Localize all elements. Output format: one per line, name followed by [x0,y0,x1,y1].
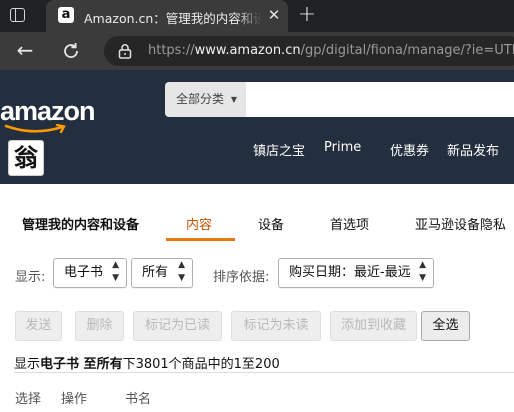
amazon-favicon-icon: a [58,7,74,23]
delete-button[interactable]: 删除 [75,311,124,341]
caret-down-icon: ▼ [230,95,237,104]
search-category-label: 全部分类 [176,92,225,106]
search-category-dropdown[interactable]: 全部分类 ▼ [165,82,246,117]
tab-preferences[interactable]: 首选项 [330,214,369,233]
sort-dropdown[interactable]: 购买日期：最近-最远 ▲ ▼ [278,258,434,288]
updown-arrow-icon: ▲ ▼ [112,260,119,283]
lock-icon[interactable] [118,43,132,59]
sort-label: 排序依据: [213,270,270,285]
tab-devices[interactable]: 设备 [258,214,284,233]
nav-link-new-releases[interactable]: 新品发布 [447,140,499,160]
column-header-title[interactable]: 书名 [125,388,151,407]
content-tabs: 管理我的内容和设备 内容 设备 首选项 亚马逊设备隐私 [0,205,514,243]
nav-link-coupons[interactable]: 优惠券 [390,140,429,160]
url-prefix: https:// [148,43,195,58]
refresh-icon[interactable] [60,40,82,62]
new-tab-button[interactable]: + [295,4,319,28]
tab-device-privacy[interactable]: 亚马逊设备隐私 [415,214,506,233]
nav-link-deals[interactable]: 镇店之宝 [253,140,305,160]
content-type-value: 电子书 [64,265,104,280]
add-to-collection-button[interactable]: 添加到收藏 [330,311,417,341]
address-bar-row: ← https://www.amazon.cn/gp/digital/fiona… [0,32,514,70]
updown-arrow-icon: ▲ ▼ [178,260,185,283]
url-text: https://www.amazon.cn/gp/digital/fiona/m… [148,43,514,60]
sort-value: 购买日期：最近-最远 [289,265,411,280]
mark-read-button[interactable]: 标记为已读 [133,311,222,341]
url-host: www.amazon.cn [194,43,301,58]
column-header-select: 选择 [15,392,42,407]
column-header-actions: 操作 [61,392,88,407]
content-type-dropdown[interactable]: 电子书 ▲ ▼ [53,258,127,288]
summary-middle: 至 [79,357,97,372]
send-button[interactable]: 发送 [15,311,62,341]
tab-actions-icon[interactable] [8,6,30,26]
browser-tab[interactable]: a Amazon.cn：管理我的内容和设备 ✕ [46,0,288,32]
scope-value: 所有 [142,265,169,280]
divider [14,372,514,373]
browser-tab-bar: a Amazon.cn：管理我的内容和设备 ✕ + [0,0,514,32]
results-summary: 显示电子书 至所有下3801个商品中的1至200 [14,353,280,372]
logo-smile-icon [4,124,66,134]
nav-link-prime[interactable]: Prime [324,140,361,160]
summary-type: 电子书 [40,357,80,372]
summary-scope: 所有 [96,357,123,372]
promo-seal-icon[interactable]: 翁 [8,140,44,176]
amazon-header: amazon 全部分类 ▼ 翁 镇店之宝 Prime 优惠券 新品发布 [0,70,514,184]
url-field[interactable]: https://www.amazon.cn/gp/digital/fiona/m… [104,36,514,66]
active-tab-indicator [166,238,235,241]
page-title: 管理我的内容和设备 [22,218,140,233]
amazon-logo[interactable]: amazon [0,96,100,136]
search-input[interactable] [246,82,514,117]
tab-close-icon[interactable]: ✕ [265,6,283,24]
tab-title: Amazon.cn：管理我的内容和设备 [84,11,260,25]
tab-content[interactable]: 内容 [186,214,212,233]
show-label: 显示: [15,270,46,285]
url-path: /gp/digital/fiona/manage/?ie=UTF8 [300,43,514,58]
summary-suffix: 下3801个商品中的1至200 [122,357,280,372]
mark-unread-button[interactable]: 标记为未读 [231,311,321,341]
scope-dropdown[interactable]: 所有 ▲ ▼ [131,258,193,288]
summary-prefix: 显示 [14,357,41,372]
updown-arrow-icon: ▲ ▼ [419,260,426,283]
select-all-button[interactable]: 全选 [421,311,470,341]
back-arrow-icon[interactable]: ← [14,40,36,62]
logo-text: amazon [0,96,96,126]
